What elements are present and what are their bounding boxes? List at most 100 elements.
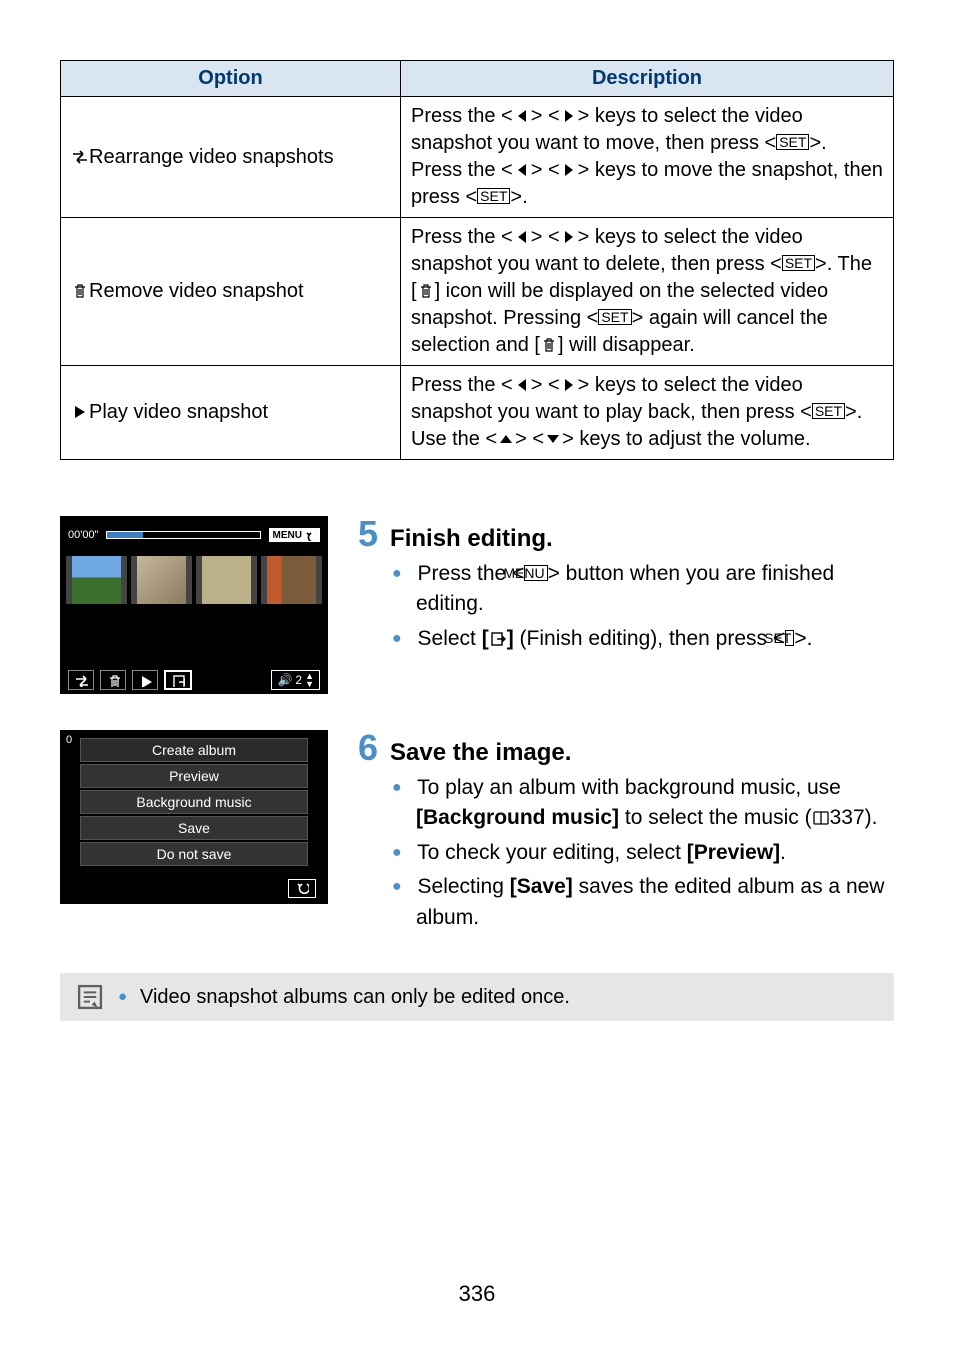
table-row: Play video snapshot Press the < > < > keys… <box>61 366 894 460</box>
th-description: Description <box>401 61 894 97</box>
t: Press the < <box>411 105 513 127</box>
toolbar-delete[interactable] <box>100 670 126 690</box>
return-icon <box>295 880 309 894</box>
toolbar-rearrange[interactable] <box>68 670 94 690</box>
left-key-icon <box>513 161 531 179</box>
th-option: Option <box>61 61 401 97</box>
filmstrip <box>60 554 328 606</box>
toolbar-finish[interactable] <box>164 670 192 690</box>
t: To check your editing, select <box>417 841 687 864</box>
menu-label: MENU <box>273 530 302 541</box>
t: ). <box>865 806 878 829</box>
option-label: Rearrange video snapshots <box>89 146 334 168</box>
toolbar-play[interactable] <box>132 670 158 690</box>
filmstrip-frame <box>66 556 127 604</box>
menu-key-icon: MENU <box>524 565 547 581</box>
filmstrip-frame <box>131 556 192 604</box>
note-text: Video snapshot albums can only be edited… <box>118 986 570 1009</box>
exit-icon <box>489 630 507 648</box>
t: [Save] <box>510 875 573 898</box>
t: Select <box>418 627 482 650</box>
option-label: Play video snapshot <box>89 401 268 423</box>
set-key-icon: SET <box>598 309 631 325</box>
screenshot-save: 0 Create album Preview Background music … <box>60 730 328 904</box>
t: >. <box>510 186 527 208</box>
desc-cell: Press the <> <> keys to select the video… <box>401 97 894 218</box>
t: ] <box>507 627 514 650</box>
menu-item-bgmusic[interactable]: Background music <box>80 790 308 814</box>
t: Press the < <box>411 226 513 248</box>
options-table: Option Description Rearrange video snaps… <box>60 60 894 460</box>
left-key-icon <box>513 376 531 394</box>
updown-icon: ▲▼ <box>305 672 314 688</box>
table-row: Remove video snapshot Press the <> <> ke… <box>61 218 894 366</box>
trash-icon <box>417 282 435 300</box>
t: ] will disappear. <box>558 334 695 356</box>
menu-item-save[interactable]: Save <box>80 816 308 840</box>
note-bar: Video snapshot albums can only be edited… <box>60 973 894 1021</box>
t: (Finish editing), then press < <box>514 627 785 650</box>
book-icon <box>812 809 830 827</box>
trash-icon <box>106 673 120 687</box>
set-key-icon: SET <box>477 188 510 204</box>
desc-cell: Press the <> <> keys to select the video… <box>401 218 894 366</box>
volume-value: 2 <box>295 673 302 687</box>
play-icon <box>71 403 89 421</box>
progress-bar <box>106 531 260 539</box>
exit-icon <box>171 673 185 687</box>
filmstrip-frame <box>261 556 322 604</box>
t: > keys to adjust the volume. <box>562 428 810 450</box>
timer-label: 00'00" <box>68 529 98 541</box>
corner-label: 0 <box>66 734 72 746</box>
t: > < <box>515 428 544 450</box>
right-key-icon <box>560 107 578 125</box>
right-key-icon <box>560 161 578 179</box>
rearrange-icon <box>74 673 88 687</box>
note-icon <box>76 983 104 1011</box>
t: [ <box>482 627 489 650</box>
t: > < <box>531 226 560 248</box>
play-icon <box>138 673 152 687</box>
page-ref: 337 <box>830 806 865 829</box>
t: to select the music ( <box>619 806 812 829</box>
step-title: Finish editing. <box>390 525 553 553</box>
right-key-icon <box>560 376 578 394</box>
t: To play an album with background music, … <box>417 776 841 799</box>
t: . <box>780 841 786 864</box>
return-icon <box>304 529 316 541</box>
option-cell-rearrange: Rearrange video snapshots <box>61 97 401 218</box>
bullet: Selecting [Save] saves the edited album … <box>392 872 894 933</box>
t: > < <box>531 374 560 396</box>
menu-button[interactable]: MENU <box>269 528 320 542</box>
menu-item-preview[interactable]: Preview <box>80 764 308 788</box>
step-title: Save the image. <box>390 739 571 767</box>
option-cell-play: Play video snapshot <box>61 366 401 460</box>
left-key-icon <box>513 228 531 246</box>
option-cell-remove: Remove video snapshot <box>61 218 401 366</box>
bullet: Press the <MENU> button when you are fin… <box>392 559 894 620</box>
page-number: 336 <box>60 1281 894 1307</box>
left-key-icon <box>513 107 531 125</box>
volume-indicator[interactable]: 🔊 2 ▲▼ <box>271 670 320 690</box>
t: [Preview] <box>687 841 780 864</box>
set-key-icon: SET <box>776 134 809 150</box>
t: >. <box>794 627 812 650</box>
bullet: Select [] (Finish editing), then press <… <box>392 624 894 654</box>
t: Press the < <box>411 374 513 396</box>
menu-item-dontsave[interactable]: Do not save <box>80 842 308 866</box>
trash-icon <box>71 282 89 300</box>
t: > < <box>531 159 560 181</box>
step-number: 5 <box>358 516 378 552</box>
menu-item-create-album[interactable]: Create album <box>80 738 308 762</box>
t: [Background music] <box>416 806 619 829</box>
step-5: 00'00" MENU 🔊 <box>60 516 894 694</box>
desc-cell: Press the <> <> keys to select the video… <box>401 366 894 460</box>
back-button[interactable] <box>288 879 316 898</box>
set-key-icon: SET <box>782 255 815 271</box>
trash-icon <box>540 336 558 354</box>
step-6: 0 Create album Preview Background music … <box>60 730 894 937</box>
right-key-icon <box>560 228 578 246</box>
up-key-icon <box>497 430 515 448</box>
bullet: To check your editing, select [Preview]. <box>392 838 894 868</box>
screenshot-edit: 00'00" MENU 🔊 <box>60 516 328 694</box>
